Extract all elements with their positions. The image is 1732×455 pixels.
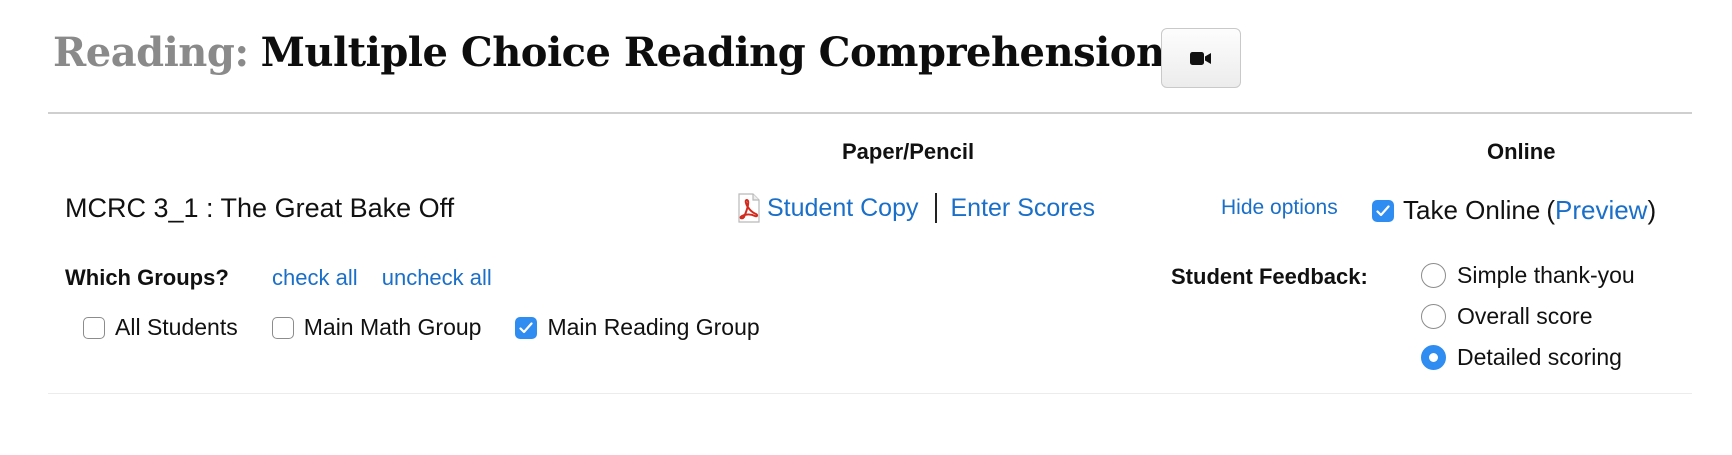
group-actions: check all uncheck all xyxy=(272,265,510,291)
checkmark-icon xyxy=(519,321,534,333)
which-groups-label: Which Groups? xyxy=(65,265,229,290)
feedback-radio[interactable] xyxy=(1421,304,1446,329)
section-divider xyxy=(48,393,1692,394)
feedback-options: Simple thank-you Overall score Detailed … xyxy=(1421,255,1635,378)
group-checkbox[interactable] xyxy=(271,316,294,339)
feedback-option-overall-score[interactable]: Overall score xyxy=(1421,296,1635,337)
video-camera-icon xyxy=(1190,51,1212,66)
group-checkbox[interactable] xyxy=(83,316,105,339)
paren-close: ) xyxy=(1647,195,1657,225)
take-online-label: Take Online xyxy=(1403,195,1541,225)
radio-dot xyxy=(1429,353,1438,362)
group-label: All Students xyxy=(115,314,238,340)
student-feedback-label: Student Feedback: xyxy=(1171,264,1368,289)
take-online: Take Online (Preview) xyxy=(1372,195,1656,226)
uncheck-all-link[interactable]: uncheck all xyxy=(382,265,492,290)
pdf-icon xyxy=(735,193,763,223)
feedback-option-detailed-scoring[interactable]: Detailed scoring xyxy=(1421,337,1635,378)
feedback-option-label: Overall score xyxy=(1457,303,1593,329)
feedback-option-simple-thank-you[interactable]: Simple thank-you xyxy=(1421,255,1635,296)
title-subject: Reading: xyxy=(53,28,249,76)
group-label: Main Math Group xyxy=(303,314,482,340)
paper-pencil-header: Paper/Pencil xyxy=(842,139,975,164)
group-item-main-reading[interactable]: Main Reading Group xyxy=(515,314,760,341)
page-title: Reading: Multiple Choice Reading Compreh… xyxy=(53,22,1165,82)
checkmark-icon xyxy=(1376,204,1390,216)
enter-scores-link[interactable]: Enter Scores xyxy=(951,194,1096,223)
video-button[interactable] xyxy=(1161,28,1241,88)
feedback-option-label: Detailed scoring xyxy=(1457,344,1622,370)
feedback-radio[interactable] xyxy=(1421,345,1446,370)
feedback-option-label: Simple thank-you xyxy=(1457,262,1635,288)
group-item-main-math[interactable]: Main Math Group xyxy=(271,314,482,341)
hide-options-link[interactable]: Hide options xyxy=(1221,196,1338,220)
header-divider xyxy=(48,112,1692,114)
take-online-checkbox[interactable] xyxy=(1372,199,1394,222)
check-all-link[interactable]: check all xyxy=(272,265,358,290)
paper-links: Student Copy Enter Scores xyxy=(735,193,1095,223)
group-label: Main Reading Group xyxy=(547,314,760,340)
group-checkbox[interactable] xyxy=(515,316,538,339)
assessment-name: MCRC 3_1 : The Great Bake Off xyxy=(65,193,455,223)
group-item-all-students[interactable]: All Students xyxy=(83,314,238,341)
preview-link[interactable]: Preview xyxy=(1555,195,1647,226)
feedback-radio[interactable] xyxy=(1421,263,1446,288)
online-header: Online xyxy=(1487,139,1556,164)
group-list: All Students Main Math Group Main Readin… xyxy=(83,314,794,341)
student-copy-link[interactable]: Student Copy xyxy=(767,194,919,223)
link-separator xyxy=(934,193,937,223)
paren-open: ( xyxy=(1546,195,1555,225)
title-name: Multiple Choice Reading Comprehension xyxy=(260,28,1165,76)
